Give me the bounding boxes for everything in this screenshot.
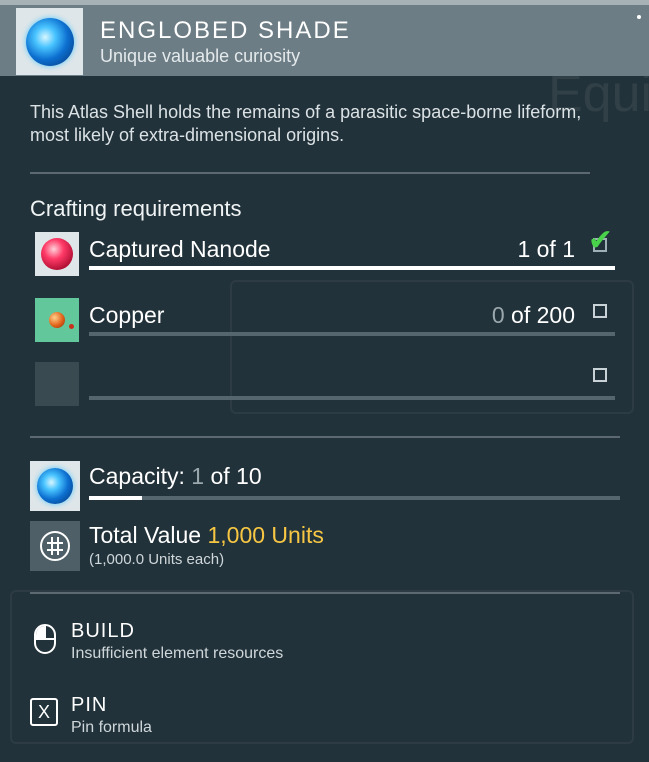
requirement-row[interactable]: Copper 0 of 200 <box>35 298 615 342</box>
requirement-name: Captured Nanode <box>89 236 271 262</box>
item-header: ENGLOBED SHADE Unique valuable curiosity <box>0 0 649 76</box>
value-row: Total Value 1,000 Units (1,000.0 Units e… <box>30 521 620 571</box>
capacity-max: of 10 <box>204 463 262 489</box>
mouse-left-click-icon <box>30 624 62 656</box>
nanode-thumb <box>35 232 79 276</box>
capacity-bar <box>89 496 620 500</box>
capacity-fill <box>89 496 143 500</box>
empty-slot <box>35 362 79 406</box>
pin-title: PIN <box>71 694 108 716</box>
progress-fill <box>89 266 615 270</box>
capacity-text: Capacity: <box>89 463 192 489</box>
nanode-icon <box>41 238 73 270</box>
divider <box>30 592 620 594</box>
requirement-total: of 200 <box>504 302 575 328</box>
header-strip <box>0 0 649 5</box>
pin-subtitle: Pin formula <box>71 719 152 736</box>
status-dot <box>637 15 641 19</box>
item-icon-box <box>16 8 83 75</box>
key-label: X <box>30 698 58 726</box>
blue-orb-icon <box>37 468 73 504</box>
units-icon <box>40 531 70 561</box>
checkbox <box>593 368 607 382</box>
units-icon-box <box>30 521 80 571</box>
capacity-label: Capacity: 1 of 10 <box>89 463 262 490</box>
requirement-progress-bar <box>89 266 615 270</box>
capacity-icon-box <box>30 461 80 511</box>
blue-orb-icon <box>25 17 74 66</box>
build-subtitle: Insufficient element resources <box>71 645 284 662</box>
crafting-title: Crafting requirements <box>30 196 242 221</box>
requirement-name: Copper <box>89 302 165 328</box>
copper-thumb <box>35 298 79 342</box>
item-title: ENGLOBED SHADE <box>100 17 351 44</box>
requirement-row[interactable]: Captured Nanode 1 of 1 ✔ <box>35 226 615 276</box>
build-action[interactable]: BUILD Insufficient element resources <box>30 620 330 666</box>
copper-icon <box>49 312 74 329</box>
requirement-total: of 1 <box>530 236 575 262</box>
requirement-progress-bar <box>89 396 615 400</box>
requirement-row-empty <box>35 362 615 406</box>
pin-action[interactable]: X PIN Pin formula <box>30 694 330 740</box>
divider <box>30 172 590 174</box>
requirement-count: 0 of 200 <box>492 302 575 329</box>
capacity-row: Capacity: 1 of 10 <box>30 461 620 511</box>
requirement-have: 1 <box>517 236 531 262</box>
checkbox <box>593 304 607 318</box>
requirement-progress-bar <box>89 332 615 336</box>
item-description: This Atlas Shell holds the remains of a … <box>30 102 582 145</box>
requirement-have: 0 <box>491 302 505 328</box>
value-amount: 1,000 Units <box>207 522 324 548</box>
capacity-current: 1 <box>191 463 205 489</box>
divider <box>30 436 620 438</box>
build-title: BUILD <box>71 620 135 642</box>
value-label: Total Value 1,000 Units <box>89 522 324 549</box>
checkmark-icon: ✔ <box>587 224 613 257</box>
value-text: Total Value <box>89 522 208 548</box>
requirement-count: 1 of 1 <box>517 236 575 263</box>
item-subtitle: Unique valuable curiosity <box>100 46 301 66</box>
value-each: (1,000.0 Units each) <box>89 551 225 568</box>
x-key-icon: X <box>30 698 62 730</box>
